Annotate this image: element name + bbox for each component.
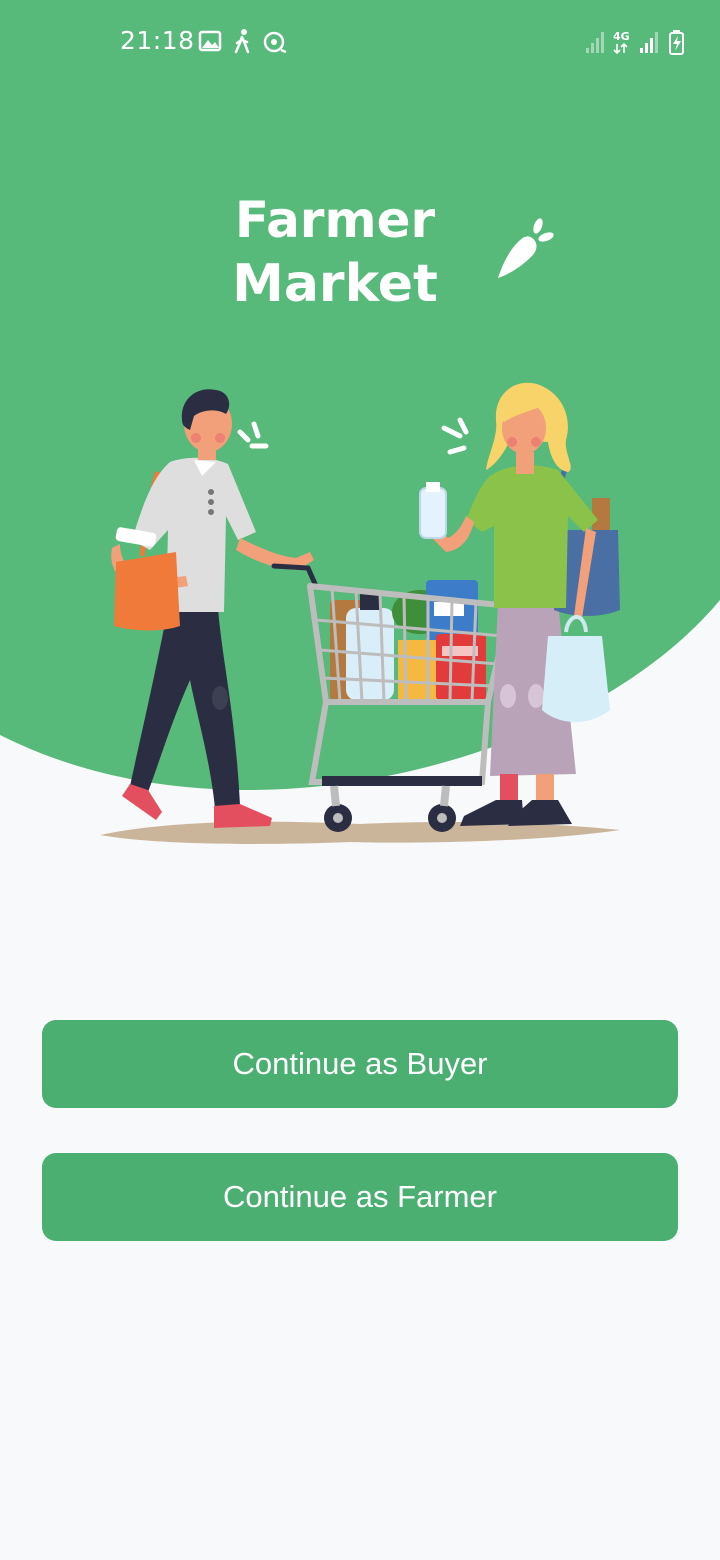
status-time: 21:18 [120,26,195,55]
status-icons-right: 4G [586,30,684,55]
carrot-icon [498,218,554,278]
network-4g-icon: 4G [613,30,630,55]
signal-weak-icon [586,32,604,53]
status-icons-left [198,29,287,54]
status-bar: 21:18 4G [0,0,720,84]
continue-as-farmer-button[interactable]: Continue as Farmer [42,1153,678,1241]
app-title-line2: Market [232,254,438,314]
app-title-line1: Farmer [234,191,436,249]
svg-text:4G: 4G [613,30,630,43]
sync-icon [263,31,287,54]
continue-as-buyer-button[interactable]: Continue as Buyer [42,1020,678,1108]
image-icon [198,30,222,52]
walking-person-icon [234,29,250,54]
battery-charging-icon [669,30,684,55]
shoppers-illustration [100,382,620,844]
signal-icon [640,32,658,53]
app-title: Farmer Market [200,188,470,316]
